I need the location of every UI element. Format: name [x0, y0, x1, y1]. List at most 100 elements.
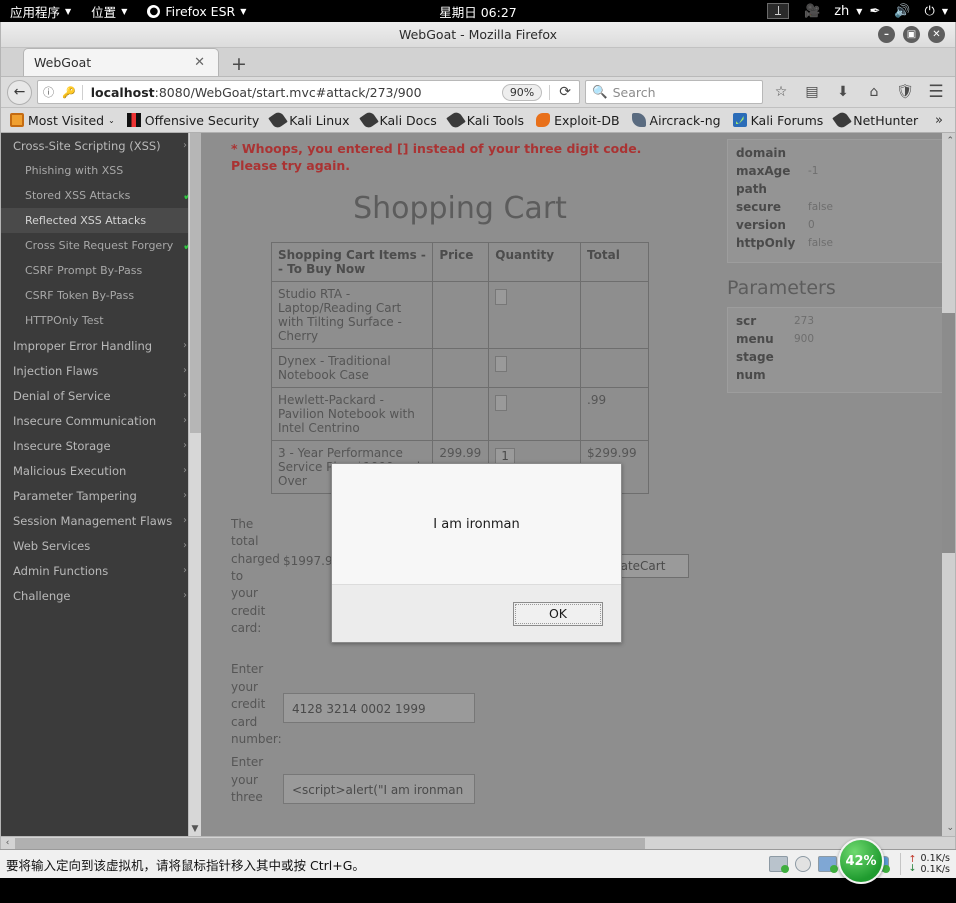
bookmark-kali-tools[interactable]: Kali Tools: [444, 110, 529, 130]
volume-icon[interactable]: 🔊: [887, 4, 917, 19]
firefox-icon: ●: [147, 4, 161, 18]
reload-icon[interactable]: ⟳: [554, 84, 576, 100]
bookmark-aircrack-ng[interactable]: Aircrack-ng: [627, 111, 726, 130]
sidebar-item-injection-flaws[interactable]: Injection Flaws ›: [1, 358, 201, 383]
zoom-level-badge[interactable]: 90%: [501, 83, 543, 101]
divider: [549, 84, 551, 100]
new-tab-button[interactable]: +: [219, 55, 259, 76]
three-digit-code-input[interactable]: <script>alert("I am ironman: [283, 774, 475, 805]
speed-arrows: ↑ ↓: [909, 855, 917, 874]
sidebar-item-label: Reflected XSS Attacks: [25, 214, 147, 227]
shield-icon[interactable]: 🛡: [892, 84, 918, 100]
minimize-button[interactable]: –: [878, 26, 895, 43]
maximize-button[interactable]: ▣: [903, 26, 920, 43]
bookmark-most-visited[interactable]: Most Visited ⌄: [5, 111, 120, 130]
library-icon[interactable]: ▤: [799, 84, 825, 100]
home-icon[interactable]: ⌂: [861, 84, 887, 100]
input-method-indicator[interactable]: zh: [827, 4, 856, 19]
sidebar-item-stored-xss-attacks[interactable]: Stored XSS Attacks ✔: [1, 183, 201, 208]
pen-icon[interactable]: ✒: [862, 4, 887, 19]
quantity-input[interactable]: [495, 288, 508, 305]
sidebar-item-admin-functions[interactable]: Admin Functions ›: [1, 558, 201, 583]
sidebar-item-xss[interactable]: Cross-Site Scripting (XSS) ›: [1, 133, 201, 158]
parameter-menu: menu 900: [736, 330, 934, 348]
bookmark-nethunter[interactable]: NetHunter: [830, 110, 923, 130]
sidebar-item-csrf-token-bypass[interactable]: CSRF Token By-Pass: [1, 283, 201, 308]
page-info-icon[interactable]: ⓘ: [41, 84, 56, 100]
field-value: -1: [808, 165, 819, 177]
scroll-left-icon[interactable]: ‹: [1, 838, 14, 848]
navigation-toolbar: ← ⓘ 🔑 localhost:8080/WebGoat/start.mvc#a…: [1, 77, 955, 108]
bookmark-label: NetHunter: [853, 112, 919, 128]
sidebar-item-label: Stored XSS Attacks: [25, 189, 131, 202]
workspace-switcher[interactable]: [767, 3, 790, 19]
scrollbar-thumb[interactable]: [15, 837, 645, 849]
applications-menu[interactable]: 应用程序 ▼: [0, 0, 81, 22]
search-input[interactable]: 🔍 Search: [585, 80, 763, 104]
vm-hint-message: 要将输入定向到该虚拟机，请将鼠标指针移入其中或按 Ctrl+G。: [6, 857, 365, 873]
bookmark-label: Kali Forums: [750, 112, 824, 128]
bookmark-kali-forums[interactable]: Kali Forums: [728, 111, 829, 130]
quantity-input[interactable]: [495, 355, 508, 372]
sidebar-item-denial-of-service[interactable]: Denial of Service ›: [1, 383, 201, 408]
scroll-up-icon[interactable]: ⌃: [946, 136, 954, 146]
quantity-input[interactable]: [495, 394, 508, 411]
bookmark-kali-docs[interactable]: Kali Docs: [357, 110, 442, 130]
sidebar-item-parameter-tampering[interactable]: Parameter Tampering ›: [1, 483, 201, 508]
sidebar-item-csrf[interactable]: Cross Site Request Forgery (CSRF) ✔: [1, 233, 201, 258]
scrollbar-thumb[interactable]: [190, 133, 201, 433]
power-icon[interactable]: ⏻: [918, 4, 942, 19]
places-menu[interactable]: 位置 ▼: [81, 0, 137, 22]
field-key: num: [736, 368, 766, 382]
sidebar-item-web-services[interactable]: Web Services ›: [1, 533, 201, 558]
field-key: maxAge: [736, 164, 791, 178]
sidebar-scrollbar[interactable]: ▼: [188, 133, 201, 836]
url-bar[interactable]: ⓘ 🔑 localhost:8080/WebGoat/start.mvc#att…: [37, 80, 580, 104]
sidebar-item-insecure-storage[interactable]: Insecure Storage ›: [1, 433, 201, 458]
close-icon[interactable]: ✕: [191, 55, 208, 70]
sidebar-item-reflected-xss-attacks[interactable]: Reflected XSS Attacks: [1, 208, 201, 233]
scrollbar-thumb[interactable]: [942, 313, 955, 553]
sidebar-item-httponly-test[interactable]: HTTPOnly Test: [1, 308, 201, 333]
bookmark-kali-linux[interactable]: Kali Linux: [266, 110, 354, 130]
bookmarks-overflow-button[interactable]: »: [927, 113, 951, 128]
exploit-db-icon: [536, 113, 551, 127]
downloads-icon[interactable]: ⬇: [830, 84, 856, 100]
bookmark-star-icon[interactable]: ☆: [768, 84, 794, 100]
harddisk-icon[interactable]: [768, 856, 789, 873]
hamburger-menu-icon[interactable]: ☰: [923, 82, 949, 102]
cell-total: .99: [580, 386, 649, 441]
camera-icon[interactable]: 🎥: [797, 4, 827, 19]
credit-card-input[interactable]: 4128 3214 0002 1999: [283, 693, 475, 724]
quantity-input[interactable]: 1: [495, 447, 515, 464]
ok-button[interactable]: OK: [513, 601, 603, 626]
chevron-right-icon: ›: [183, 490, 187, 501]
error-message: * Whoops, you entered [] instead of your…: [231, 141, 642, 173]
sidebar-item-csrf-prompt-bypass[interactable]: CSRF Prompt By-Pass: [1, 258, 201, 283]
bookmark-exploit-db[interactable]: Exploit-DB: [531, 111, 624, 130]
chevron-down-icon: ▼: [121, 7, 128, 16]
sidebar-item-improper-error-handling[interactable]: Improper Error Handling ›: [1, 333, 201, 358]
cell-price: [432, 347, 490, 388]
firefox-menu[interactable]: ● Firefox ESR ▼: [137, 0, 256, 22]
sidebar-item-challenge[interactable]: Challenge ›: [1, 583, 201, 608]
sidebar-item-insecure-communication[interactable]: Insecure Communication ›: [1, 408, 201, 433]
sidebar-item-session-management-flaws[interactable]: Session Management Flaws ›: [1, 508, 201, 533]
sidebar-item-malicious-execution[interactable]: Malicious Execution ›: [1, 458, 201, 483]
horizontal-scrollbar[interactable]: ‹: [1, 836, 955, 849]
field-key: menu: [736, 332, 774, 346]
cell-total: [580, 280, 649, 349]
scroll-down-icon[interactable]: ⌄: [946, 823, 954, 833]
sidebar-item-phishing-with-xss[interactable]: Phishing with XSS: [1, 158, 201, 183]
close-button[interactable]: ✕: [928, 26, 945, 43]
back-button[interactable]: ←: [7, 79, 32, 105]
speed-rates: 0.1K/s 0.1K/s: [921, 853, 951, 875]
scroll-down-icon[interactable]: ▼: [192, 822, 199, 836]
sidebar-item-label: Admin Functions: [13, 563, 109, 578]
cpu-usage-indicator[interactable]: 42%: [838, 838, 884, 884]
network-icon[interactable]: [817, 856, 838, 873]
parameter-scr: scr 273: [736, 312, 934, 330]
bookmark-offensive-security[interactable]: Offensive Security: [122, 111, 264, 130]
tab-webgoat[interactable]: WebGoat ✕: [23, 48, 219, 76]
cdrom-icon[interactable]: [794, 856, 811, 872]
